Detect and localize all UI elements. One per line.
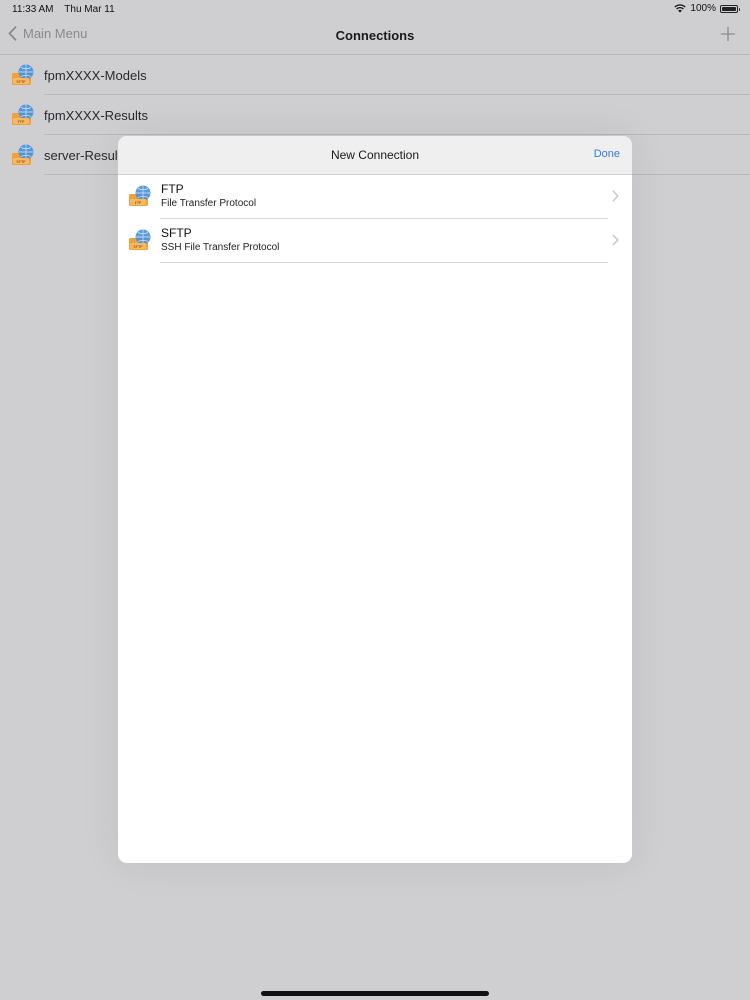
row-divider — [160, 262, 608, 263]
protocol-option-sftp[interactable]: SFTP SFTP SSH File Transfer Protocol — [118, 219, 632, 263]
globe-folder-icon: SFTP — [11, 144, 35, 171]
connection-label: fpmXXXX-Models — [44, 68, 147, 83]
icon-badge-text: FTP — [18, 119, 25, 124]
option-title: SFTP — [161, 226, 192, 240]
protocol-option-ftp[interactable]: FTP FTP File Transfer Protocol — [118, 175, 632, 219]
status-date: Thu Mar 11 — [64, 4, 115, 15]
status-left: 11:33 AM Thu Mar 11 — [12, 4, 115, 15]
option-subtitle: File Transfer Protocol — [161, 198, 257, 209]
battery-icon — [720, 4, 740, 13]
icon-badge-text: SFTP — [16, 79, 26, 84]
icon-badge-text: FTP — [135, 200, 142, 205]
battery-percent: 100% — [690, 3, 716, 14]
home-indicator[interactable] — [261, 991, 489, 996]
wifi-icon — [674, 4, 687, 13]
new-connection-modal: New Connection Done FTP FTP File Transfe… — [118, 136, 632, 863]
battery-fill — [722, 6, 736, 11]
connection-label: fpmXXXX-Results — [44, 108, 149, 123]
connection-row[interactable]: FTP fpmXXXX-Results — [0, 95, 750, 135]
status-time: 11:33 AM — [12, 4, 54, 15]
status-right: 100% — [674, 3, 740, 14]
plus-icon[interactable] — [720, 26, 736, 42]
chevron-right-icon — [612, 234, 619, 246]
icon-badge-text: SFTP — [133, 244, 143, 249]
sftp-icon: SFTP — [128, 229, 152, 256]
modal-title: New Connection — [330, 148, 420, 162]
modal-header: New Connection Done — [118, 136, 632, 175]
chevron-right-icon — [612, 190, 619, 202]
globe-folder-icon: SFTP — [11, 64, 35, 91]
icon-badge-text: SFTP — [16, 159, 26, 164]
done-button[interactable]: Done — [594, 148, 620, 160]
page-title: Connections — [335, 28, 415, 43]
option-subtitle: SSH File Transfer Protocol — [161, 242, 280, 253]
connection-label: server-Result — [44, 148, 122, 163]
option-title: FTP — [161, 182, 184, 196]
status-bar: 11:33 AM Thu Mar 11 100% — [0, 0, 750, 18]
globe-folder-icon: FTP — [11, 104, 35, 131]
ftp-icon: FTP — [128, 185, 152, 212]
navigation-bar: Main Menu Connections — [0, 18, 750, 55]
connection-row[interactable]: SFTP fpmXXXX-Models — [0, 55, 750, 95]
protocol-option-list: FTP FTP File Transfer Protocol SFTP SFTP… — [118, 175, 632, 263]
